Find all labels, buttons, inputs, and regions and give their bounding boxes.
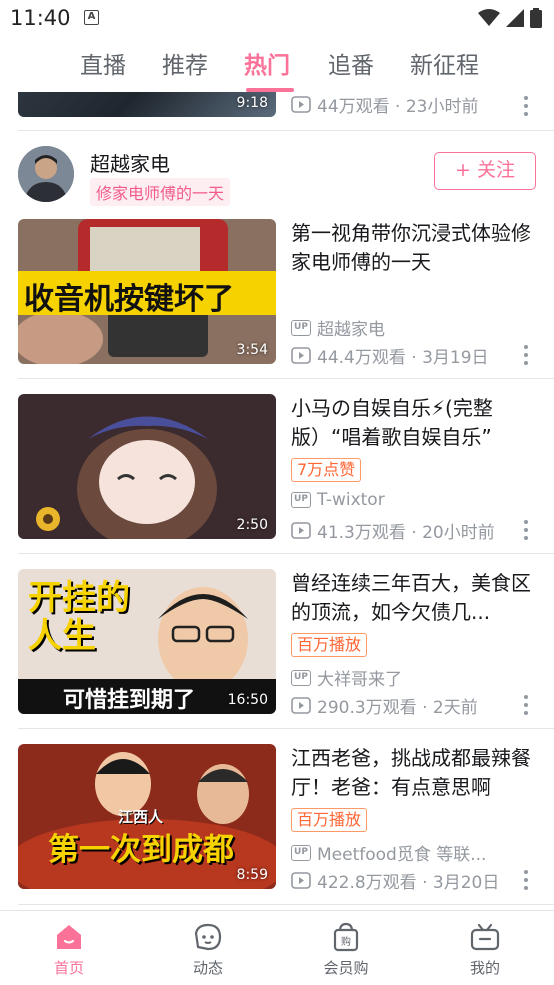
uploader-tag: 修家电师傅的一天 <box>90 178 231 206</box>
video-title[interactable]: 第一视角带你沉浸式体验修家电师傅的一天 <box>291 219 539 277</box>
video-card[interactable]: 江西人 第一次到成都 8:59 江西老爸，挑战成都最辣餐厅！老爸：有点意思啊 百… <box>0 744 554 910</box>
notification-a-icon: A <box>84 10 99 25</box>
video-duration: 16:50 <box>227 692 268 708</box>
tab-anime[interactable]: 追番 <box>328 46 374 80</box>
nav-label: 会员购 <box>323 959 369 977</box>
avatar[interactable] <box>18 146 74 202</box>
tab-live[interactable]: 直播 <box>80 46 126 80</box>
signal-icon <box>506 9 524 27</box>
top-tabs: 直播 推荐 热门 追番 新征程 <box>0 38 554 90</box>
nav-profile[interactable]: 我的 <box>435 911 535 985</box>
thumbnail-caption: 收音机按键坏了 <box>24 282 234 317</box>
video-card[interactable]: 收音机按键坏了 3:54 第一视角带你沉浸式体验修家电师傅的一天 UP 超越家电… <box>0 219 554 394</box>
divider <box>18 553 554 554</box>
shop-bag-icon: 购 <box>333 922 359 952</box>
tab-hot[interactable]: 热门 <box>244 46 290 80</box>
popularity-badge: 7万点赞 <box>291 458 362 482</box>
view-stats: 290.3万观看 · 2天前 <box>291 693 478 718</box>
nav-label: 动态 <box>192 959 223 977</box>
uploader-info: UP 大祥哥来了 <box>291 665 402 690</box>
status-bar: 11:40 A <box>0 0 554 38</box>
nav-shop[interactable]: 购 会员购 <box>296 911 396 985</box>
play-count-icon <box>291 96 311 113</box>
video-title[interactable]: 江西老爸，挑战成都最辣餐厅！老爸：有点意思啊 <box>291 744 539 802</box>
nav-dynamic[interactable]: 动态 <box>158 911 258 985</box>
video-title[interactable]: 曾经连续三年百大，美食区的顶流，如今欠债几... <box>291 569 539 627</box>
video-thumbnail[interactable]: 2:50 <box>18 394 276 539</box>
video-thumbnail[interactable]: 开挂的人生 可惜挂到期了 16:50 <box>18 569 276 714</box>
up-icon: UP <box>291 669 311 686</box>
status-icons <box>478 8 542 28</box>
video-duration: 8:59 <box>236 867 268 883</box>
uploader-name: Meetfood觅食 等联... <box>317 845 487 865</box>
uploader-row: 超越家电 修家电师傅的一天 + 关注 <box>0 140 554 210</box>
bottom-nav: 首页 动态 购 会员购 我的 <box>0 910 554 985</box>
tab-recommend[interactable]: 推荐 <box>162 46 208 80</box>
video-duration: 2:50 <box>236 517 268 533</box>
up-icon: UP <box>291 319 311 336</box>
video-duration: 3:54 <box>236 342 268 358</box>
uploader-info: UP T-wixtor <box>291 490 385 510</box>
views-time: 290.3万观看 · 2天前 <box>317 698 478 718</box>
play-count-icon <box>291 522 311 539</box>
more-icon[interactable] <box>524 870 528 890</box>
view-stats: 44万观看 · 23小时前 <box>291 92 478 117</box>
nav-label: 我的 <box>469 959 500 977</box>
uploader-info: UP 超越家电 <box>291 315 385 340</box>
divider <box>18 130 554 131</box>
video-duration: 9:18 <box>236 95 268 111</box>
home-icon <box>57 925 81 949</box>
avatar-image <box>18 146 74 202</box>
video-thumbnail[interactable]: 江西人 第一次到成都 8:59 <box>18 744 276 889</box>
video-thumbnail[interactable]: 9:18 <box>18 92 276 117</box>
more-icon[interactable] <box>524 695 528 715</box>
thumbnail-subcaption: 可惜挂到期了 <box>63 688 196 713</box>
divider <box>18 728 554 729</box>
up-icon: UP <box>291 492 311 508</box>
nav-home[interactable]: 首页 <box>19 911 119 985</box>
views-time: 44.4万观看 · 3月19日 <box>317 348 489 368</box>
thumbnail-caption: 第一次到成都 <box>48 832 234 868</box>
divider <box>18 904 554 905</box>
up-icon: UP <box>291 844 311 861</box>
more-icon[interactable] <box>524 345 528 365</box>
video-thumbnail[interactable]: 收音机按键坏了 3:54 <box>18 219 276 364</box>
nav-label: 首页 <box>53 959 84 977</box>
popularity-badge: 百万播放 <box>291 633 368 657</box>
view-stats: 41.3万观看 · 20小时前 <box>291 518 495 543</box>
view-stats: 422.8万观看 · 3月20日 <box>291 868 499 893</box>
status-time: 11:40 <box>10 6 71 30</box>
views-time: 41.3万观看 · 20小时前 <box>317 523 495 543</box>
video-feed[interactable]: 9:18 44万观看 · 23小时前 超越家电 修家电师傅的一天 + 关注 收音… <box>0 92 554 910</box>
video-card[interactable]: 开挂的人生 可惜挂到期了 16:50 曾经连续三年百大，美食区的顶流，如今欠债几… <box>0 569 554 744</box>
tab-new-journey[interactable]: 新征程 <box>410 46 479 80</box>
list-item[interactable]: 9:18 44万观看 · 23小时前 <box>0 92 554 120</box>
more-icon[interactable] <box>524 520 528 540</box>
uploader-name: T-wixtor <box>317 490 385 510</box>
views-time: 44万观看 · 23小时前 <box>317 97 479 117</box>
uploader-info: UP Meetfood觅食 等联... <box>291 840 486 865</box>
views-time: 422.8万观看 · 3月20日 <box>317 873 500 893</box>
uploader-name: 大祥哥来了 <box>317 670 402 690</box>
svg-text:购: 购 <box>341 935 351 948</box>
dynamic-icon <box>194 923 222 951</box>
tv-profile-icon <box>470 923 500 951</box>
view-stats: 44.4万观看 · 3月19日 <box>291 343 489 368</box>
play-count-icon <box>291 347 311 364</box>
play-count-icon <box>291 697 311 714</box>
battery-icon <box>530 8 542 28</box>
video-title[interactable]: 小马の自娱自乐⚡(完整版）“唱着歌自娱自乐” <box>291 394 539 452</box>
video-card[interactable]: 2:50 小马の自娱自乐⚡(完整版）“唱着歌自娱自乐” 7万点赞 UP T-wi… <box>0 394 554 569</box>
uploader-name: 超越家电 <box>317 320 385 340</box>
thumbnail-caption: 开挂的人生 <box>28 578 130 656</box>
follow-button[interactable]: + 关注 <box>434 152 536 190</box>
play-count-icon <box>291 872 311 889</box>
popularity-badge: 百万播放 <box>291 808 368 832</box>
wifi-icon <box>478 9 500 26</box>
divider <box>18 378 554 379</box>
uploader-name[interactable]: 超越家电 <box>90 148 170 177</box>
more-icon[interactable] <box>524 96 528 116</box>
